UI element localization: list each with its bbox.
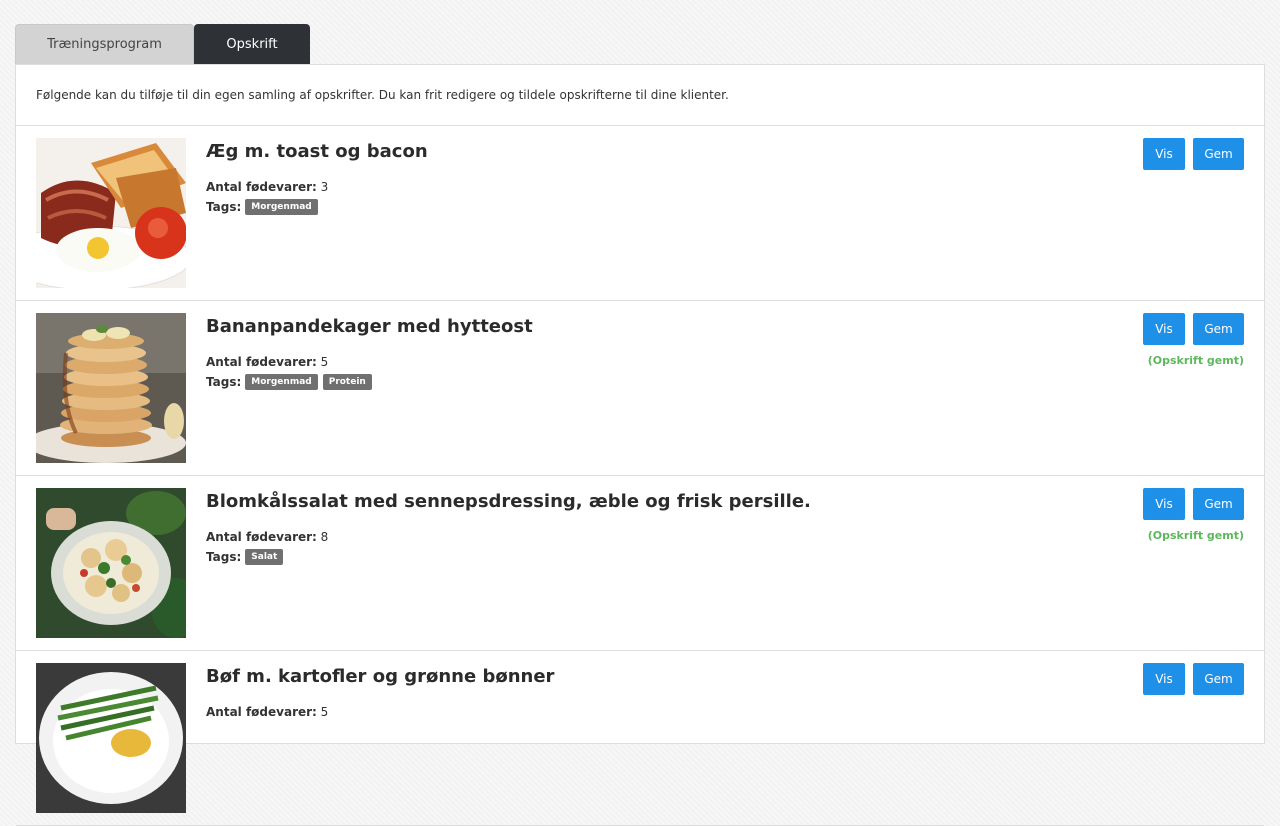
tag-badge: Morgenmad [245, 199, 318, 215]
ingredient-count-label: Antal fødevarer: [206, 705, 317, 719]
save-button[interactable]: Gem [1193, 488, 1244, 520]
ingredient-count-value: 5 [320, 355, 329, 369]
tags-row: Tags: Salat [206, 549, 288, 565]
recipe-image [36, 138, 186, 288]
recipe-image [36, 488, 186, 638]
ingredient-count-label: Antal fødevarer: [206, 180, 317, 194]
ingredient-count: Antal fødevarer: 5 [206, 355, 328, 369]
tags-row: Tags: Morgenmad [206, 199, 323, 215]
tag-badge: Protein [322, 374, 372, 390]
view-button[interactable]: Vis [1143, 488, 1185, 520]
recipe-title[interactable]: Bananpandekager med hytteost [206, 316, 533, 337]
ingredient-count-label: Antal fødevarer: [206, 530, 317, 544]
saved-status: (Opskrift gemt) [1147, 354, 1244, 367]
tags-label: Tags: [206, 375, 242, 389]
recipe-panel: Følgende kan du tilføje til din egen sam… [15, 64, 1265, 826]
recipe-row: Æg m. toast og bacon Antal fødevarer: 3 … [16, 126, 1264, 301]
view-button[interactable]: Vis [1143, 138, 1185, 170]
intro-text: Følgende kan du tilføje til din egen sam… [16, 65, 1264, 126]
ingredient-count-label: Antal fødevarer: [206, 355, 317, 369]
view-button[interactable]: Vis [1143, 663, 1185, 695]
tags-label: Tags: [206, 200, 242, 214]
recipe-title[interactable]: Bøf m. kartofler og grønne bønner [206, 666, 554, 687]
recipe-image [36, 663, 186, 813]
recipe-title[interactable]: Æg m. toast og bacon [206, 141, 428, 162]
saved-status: (Opskrift gemt) [1147, 529, 1244, 542]
save-button[interactable]: Gem [1193, 663, 1244, 695]
ingredient-count: Antal fødevarer: 8 [206, 530, 328, 544]
ingredient-count: Antal fødevarer: 5 [206, 705, 328, 719]
recipe-row: Bananpandekager med hytteost Antal fødev… [16, 301, 1264, 476]
recipe-image [36, 313, 186, 463]
tags-row: Tags: Morgenmad Protein [206, 374, 377, 390]
ingredient-count: Antal fødevarer: 3 [206, 180, 328, 194]
view-button[interactable]: Vis [1143, 313, 1185, 345]
recipe-row: Bøf m. kartofler og grønne bønner Antal … [16, 651, 1264, 826]
tag-badge: Morgenmad [245, 374, 318, 390]
ingredient-count-value: 5 [320, 705, 329, 719]
tab-opskrift[interactable]: Opskrift [194, 24, 310, 64]
recipe-title[interactable]: Blomkålssalat med sennepsdressing, æble … [206, 491, 811, 512]
ingredient-count-value: 3 [320, 180, 329, 194]
tab-bar: Træningsprogram Opskrift [15, 24, 310, 64]
tag-badge: Salat [245, 549, 284, 565]
save-button[interactable]: Gem [1193, 138, 1244, 170]
save-button[interactable]: Gem [1193, 313, 1244, 345]
ingredient-count-value: 8 [320, 530, 329, 544]
recipe-row: Blomkålssalat med sennepsdressing, æble … [16, 476, 1264, 651]
tags-label: Tags: [206, 550, 242, 564]
tab-traeningsprogram[interactable]: Træningsprogram [15, 24, 194, 64]
